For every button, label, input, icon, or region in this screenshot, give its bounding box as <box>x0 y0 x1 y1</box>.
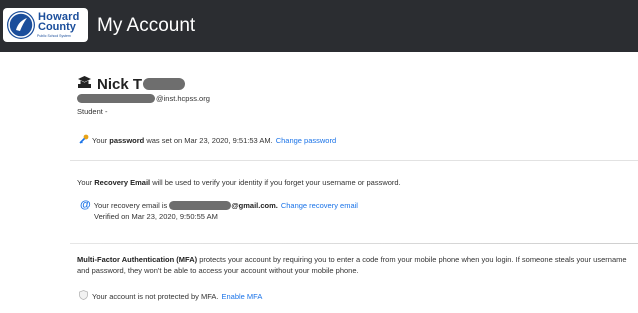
recovery-desc-text: will be used to verify your identity if … <box>150 178 401 187</box>
mfa-status-row: Your account is not protected by MFA. En… <box>79 290 262 302</box>
user-name: Nick T <box>97 75 143 93</box>
password-prefix: Your <box>92 135 110 145</box>
recovery-email-row: @ Your recovery email is @gmail.com. Cha… <box>80 199 358 211</box>
mfa-status-text: Your account is not protected by MFA. <box>92 291 219 301</box>
recovery-desc-prefix: Your <box>77 178 95 187</box>
mfa-label: Multi-Factor Authentication (MFA) <box>77 255 198 264</box>
user-email-domain: @inst.hcpss.org <box>156 94 210 103</box>
redacted-recovery-email <box>169 200 232 210</box>
redacted-email <box>77 94 155 103</box>
mfa-description: Multi-Factor Authentication (MFA) protec… <box>77 254 637 276</box>
page-title: My Account <box>97 15 196 36</box>
graduation-cap-icon <box>77 75 92 94</box>
shield-icon <box>79 290 88 302</box>
key-icon <box>79 134 89 146</box>
password-row: Your password was set on Mar 23, 2020, 9… <box>79 134 336 146</box>
profile-name-row: Nick T <box>77 75 186 94</box>
logo-text-county: County <box>38 21 76 33</box>
logo-emblem-icon <box>7 11 35 39</box>
hcpss-logo[interactable]: Howard County Public School System <box>3 8 88 42</box>
section-divider <box>70 160 638 161</box>
user-email-row: @inst.hcpss.org <box>77 94 210 103</box>
redacted-surname <box>143 78 186 90</box>
password-set-text: was set on Mar 23, 2020, 9:51:53 AM. <box>144 135 273 145</box>
section-divider <box>70 243 638 244</box>
recovery-email-prefix: Your recovery email is <box>93 200 170 210</box>
top-bar: Howard County Public School System My Ac… <box>0 0 638 52</box>
change-password-link[interactable]: Change password <box>276 136 336 145</box>
logo-text-subtitle: Public School System <box>37 34 71 38</box>
recovery-description: Your Recovery Email will be used to veri… <box>77 178 401 187</box>
at-sign-icon: @ <box>80 199 91 211</box>
recovery-verified-text: Verified on Mar 23, 2020, 9:50:55 AM <box>94 212 218 221</box>
recovery-email-domain: @gmail.com. <box>231 200 278 210</box>
password-label: password <box>109 135 145 145</box>
recovery-email-label: Recovery Email <box>94 178 151 187</box>
user-role: Student - <box>77 107 108 116</box>
enable-mfa-link[interactable]: Enable MFA <box>221 292 262 301</box>
change-recovery-email-link[interactable]: Change recovery email <box>281 201 358 210</box>
